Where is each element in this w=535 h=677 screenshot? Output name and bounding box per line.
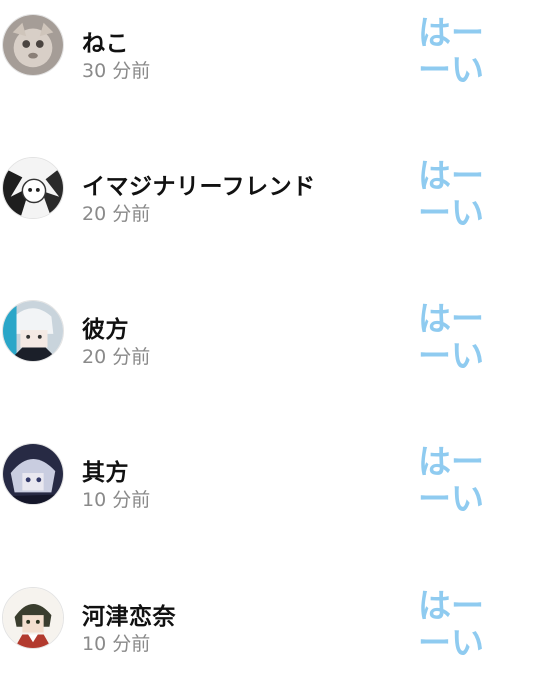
list-item[interactable]: イマジナリーフレンド 20 分前 はー ーい — [0, 157, 535, 277]
comment-text-line: ーい — [418, 193, 484, 232]
comment-author[interactable]: ねこ — [82, 24, 129, 58]
comment-text-line: はー — [418, 156, 484, 195]
list-item[interactable]: 河津恋奈 10 分前 はー ーい — [0, 587, 535, 677]
comment-author[interactable]: イマジナリーフレンド — [82, 167, 316, 201]
comment-time: 20 分前 — [82, 203, 151, 225]
list-item[interactable]: 彼方 20 分前 はー ーい — [0, 300, 535, 420]
comment-text-line: ーい — [418, 623, 484, 662]
anime-boy-avatar-icon[interactable] — [2, 300, 64, 362]
comment-text: はー ーい — [418, 14, 498, 88]
comment-text-line: はー — [418, 442, 484, 481]
cat-avatar-icon[interactable] — [2, 14, 64, 76]
comment-text: はー ーい — [418, 587, 498, 661]
comment-text-line: ーい — [418, 479, 484, 518]
comment-author[interactable]: 其方 — [82, 453, 129, 487]
comment-time: 10 分前 — [82, 489, 151, 511]
comment-text-line: ーい — [418, 336, 484, 375]
comment-time: 30 分前 — [82, 60, 151, 82]
comment-text-line: はー — [418, 13, 484, 52]
comment-author[interactable]: 彼方 — [82, 310, 129, 344]
comment-text: はー ーい — [418, 157, 498, 231]
dark-anime-avatar-icon[interactable] — [2, 443, 64, 505]
manga-avatar-icon[interactable] — [2, 157, 64, 219]
list-item[interactable]: 其方 10 分前 はー ーい — [0, 443, 535, 563]
comment-list: ねこ 30 分前 はー ーい イマジナリーフレンド 20 分前 はー ーい 彼方… — [0, 0, 535, 677]
comment-time: 10 分前 — [82, 633, 151, 655]
comment-text: はー ーい — [418, 443, 498, 517]
comment-author[interactable]: 河津恋奈 — [82, 597, 176, 631]
comment-text-line: ーい — [418, 50, 484, 89]
list-item[interactable]: ねこ 30 分前 はー ーい — [0, 14, 535, 134]
comment-text-line: はー — [418, 586, 484, 625]
comment-time: 20 分前 — [82, 346, 151, 368]
anime-girl-avatar-icon[interactable] — [2, 587, 64, 649]
comment-text: はー ーい — [418, 300, 498, 374]
comment-text-line: はー — [418, 299, 484, 338]
